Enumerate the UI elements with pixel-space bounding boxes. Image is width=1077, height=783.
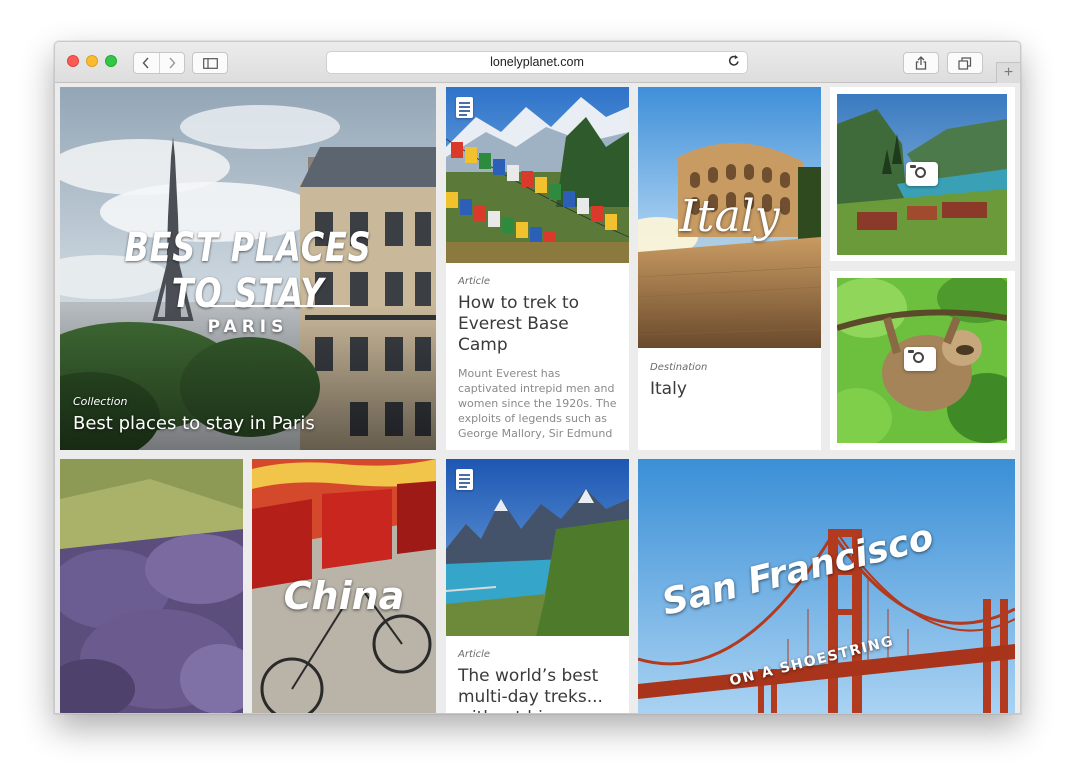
italy-card-body: Destination Italy (650, 362, 811, 400)
paris-hero-title: BEST PLACES TO STAY (124, 225, 372, 317)
paris-hero-subtitle: PARIS (207, 317, 289, 337)
article-icon (456, 469, 473, 490)
camera-icon (904, 347, 936, 371)
tile-fjord-photo[interactable] (830, 87, 1015, 261)
chevron-left-icon (142, 57, 149, 69)
hero-divider (210, 305, 350, 307)
treks-eyebrow: Article (458, 649, 491, 660)
everest-description: Mount Everest has captivated intrepid me… (458, 367, 617, 440)
sidebar-icon (202, 57, 218, 69)
address-bar[interactable]: lonelyplanet.com (326, 51, 748, 74)
minimize-window-button[interactable] (86, 55, 98, 67)
treks-card-body: Article The world’s best multi-day treks… (458, 649, 619, 713)
camera-icon (906, 162, 938, 186)
back-button[interactable] (134, 53, 159, 73)
tile-lavender[interactable] (60, 459, 243, 713)
new-tab-button[interactable]: + (996, 62, 1020, 83)
everest-eyebrow: Article (458, 276, 491, 287)
url-text: lonelyplanet.com (490, 55, 584, 69)
tile-italy[interactable]: Italy Destination Italy (638, 87, 821, 450)
history-nav (133, 52, 185, 74)
lavender-photo (60, 459, 243, 713)
zoom-window-button[interactable] (105, 55, 117, 67)
tile-treks-article[interactable]: Article The world’s best multi-day treks… (446, 459, 629, 713)
italy-eyebrow: Destination (650, 362, 708, 373)
tile-sloth-photo[interactable] (830, 271, 1015, 450)
article-icon (456, 97, 473, 118)
italy-title: Italy (650, 379, 687, 399)
patagonia-photo (446, 459, 629, 636)
paris-eyebrow: Collection (73, 395, 128, 408)
tile-china[interactable]: China (252, 459, 436, 713)
browser-toolbar: lonelyplanet.com + (55, 42, 1020, 83)
forward-button[interactable] (158, 53, 185, 73)
tile-san-francisco[interactable]: San Francisco ON A SHOESTRING (638, 459, 1015, 713)
everest-card-body: Article How to trek to Everest Base Camp… (458, 276, 619, 441)
plus-icon: + (1003, 64, 1014, 81)
italy-script-title: Italy (679, 191, 780, 242)
treks-title: The world’s best multi-day treks... with… (458, 666, 603, 713)
tile-paris[interactable]: BEST PLACES TO STAY PARIS Collection Bes… (60, 87, 436, 450)
share-button[interactable] (903, 52, 939, 74)
tile-everest-article[interactable]: Article How to trek to Everest Base Camp… (446, 87, 629, 450)
browser-window: lonelyplanet.com + BEST PLACES TO STAY P… (54, 41, 1021, 714)
chevron-right-icon (169, 57, 176, 69)
everest-photo (446, 87, 629, 263)
everest-title: How to trek to Everest Base Camp (458, 293, 580, 355)
paris-title: Best places to stay in Paris (73, 413, 315, 434)
tabs-icon (958, 56, 972, 70)
close-window-button[interactable] (67, 55, 79, 67)
page-content: BEST PLACES TO STAY PARIS Collection Bes… (55, 83, 1020, 713)
show-tabs-button[interactable] (947, 52, 983, 74)
reload-icon[interactable] (728, 54, 740, 70)
share-icon (915, 56, 927, 70)
sidebar-button[interactable] (192, 52, 228, 74)
china-script-title: China (283, 574, 405, 618)
